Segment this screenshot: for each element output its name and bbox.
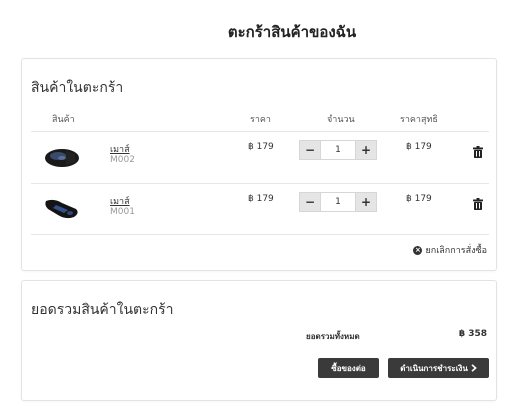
plus-icon[interactable]: + <box>355 192 377 212</box>
quantity-stepper: − 1 + <box>299 140 377 160</box>
x-circle-icon: × <box>413 245 423 255</box>
total-label: ยอดรวมทั้งหมด <box>306 332 360 341</box>
product-sku: M002 <box>110 155 135 165</box>
net-price: ฿ 179 <box>406 194 432 204</box>
chevron-right-icon <box>471 364 477 372</box>
summary-card: ยอดรวมสินค้าในตะกร้า ยอดรวมทั้งหมด ฿ 358… <box>21 280 497 401</box>
product-image <box>45 199 78 219</box>
summary-title: ยอดรวมสินค้าในตะกร้า <box>31 302 174 318</box>
plus-icon[interactable]: + <box>355 140 377 160</box>
minus-icon[interactable]: − <box>299 140 321 160</box>
product-name-link[interactable]: เมาส์ <box>110 142 130 156</box>
checkout-button[interactable]: ดำเนินการชำระเงิน <box>388 358 489 378</box>
continue-shopping-label: ซื้อของต่อ <box>331 363 366 373</box>
cancel-order-button[interactable]: × ยกเลิกการสั่งซื้อ <box>413 243 487 257</box>
continue-shopping-button[interactable]: ซื้อของต่อ <box>318 358 379 378</box>
divider <box>31 183 489 184</box>
quantity-stepper: − 1 + <box>299 192 377 212</box>
col-price: ราคา <box>250 115 271 125</box>
product-name-link[interactable]: เมาส์ <box>110 194 130 208</box>
unit-price: ฿ 179 <box>248 142 274 152</box>
col-quantity: จำนวน <box>327 115 355 125</box>
quantity-input[interactable]: 1 <box>321 140 355 160</box>
total-value: ฿ 358 <box>458 329 487 339</box>
product-sku: M001 <box>110 207 135 217</box>
trash-icon[interactable] <box>473 198 483 210</box>
net-price: ฿ 179 <box>406 142 432 152</box>
trash-icon[interactable] <box>473 146 483 158</box>
quantity-input[interactable]: 1 <box>321 192 355 212</box>
col-net-price: ราคาสุทธิ <box>400 115 438 125</box>
minus-icon[interactable]: − <box>299 192 321 212</box>
product-image <box>45 149 79 167</box>
checkout-label: ดำเนินการชำระเงิน <box>400 363 468 373</box>
page-title: ตะกร้าสินค้าของฉัน <box>227 23 357 41</box>
cart-card: สินค้าในตะกร้า สินค้า ราคา จำนวน ราคาสุท… <box>21 58 497 271</box>
unit-price: ฿ 179 <box>248 194 274 204</box>
col-product: สินค้า <box>52 115 75 125</box>
divider <box>31 131 489 132</box>
divider <box>31 234 489 235</box>
cancel-order-label: ยกเลิกการสั่งซื้อ <box>425 246 487 256</box>
cart-title: สินค้าในตะกร้า <box>31 80 124 96</box>
